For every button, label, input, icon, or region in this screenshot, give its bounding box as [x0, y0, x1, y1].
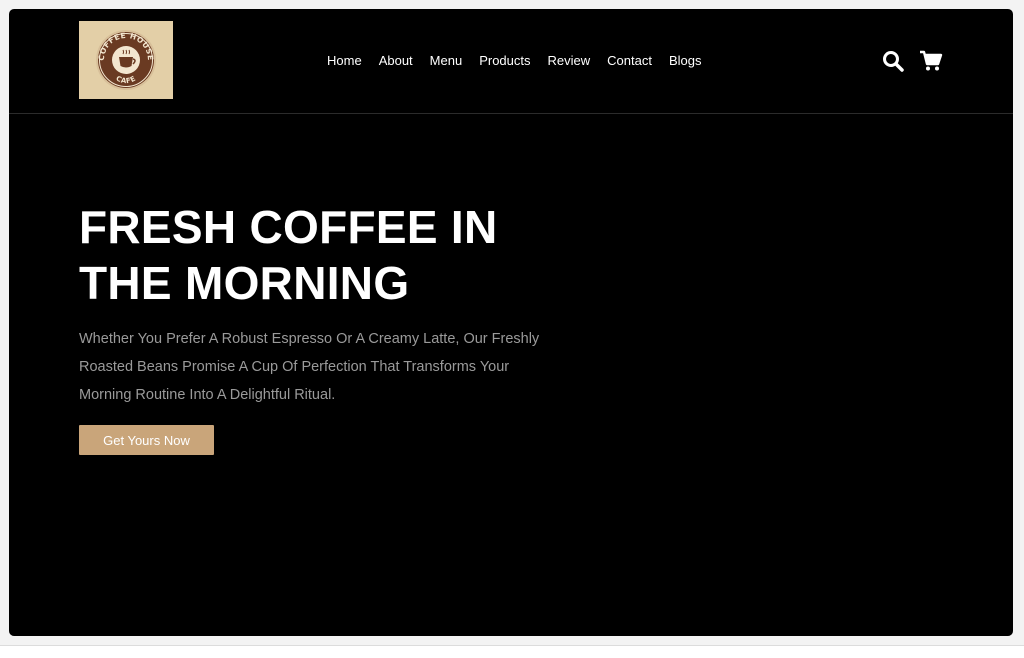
main-nav: Home About Menu Products Review Contact … [327, 52, 701, 70]
nav-menu[interactable]: Menu [430, 52, 463, 70]
search-icon[interactable] [881, 49, 905, 73]
hero-description: Whether You Prefer A Robust Espresso Or … [79, 331, 540, 403]
website: COFFEE HOUSE CAFE Home About Menu Produc… [9, 9, 1013, 636]
get-yours-now-button[interactable]: Get Yours Now [79, 425, 214, 455]
hero-title: FRESH COFFEE IN THE MORNING [79, 199, 499, 311]
site-header: COFFEE HOUSE CAFE Home About Menu Produc… [9, 9, 1013, 114]
header-actions [881, 49, 943, 73]
nav-products[interactable]: Products [479, 52, 530, 70]
page-bottom-edge [0, 645, 1024, 658]
nav-blogs[interactable]: Blogs [669, 52, 702, 70]
hero-title-line-1: FRESH COFFEE IN [79, 201, 498, 253]
hero-section: FRESH COFFEE IN THE MORNING Whether You … [79, 199, 599, 455]
nav-about[interactable]: About [379, 52, 413, 70]
nav-review[interactable]: Review [548, 52, 591, 70]
nav-home[interactable]: Home [327, 52, 362, 70]
coffee-house-logo-icon: COFFEE HOUSE CAFE [96, 30, 156, 90]
logo[interactable]: COFFEE HOUSE CAFE [79, 21, 173, 99]
hero-title-line-2: THE MORNING [79, 257, 410, 309]
browser-viewport: COFFEE HOUSE CAFE Home About Menu Produc… [0, 0, 1024, 658]
nav-contact[interactable]: Contact [607, 52, 652, 70]
cart-icon[interactable] [919, 49, 943, 73]
